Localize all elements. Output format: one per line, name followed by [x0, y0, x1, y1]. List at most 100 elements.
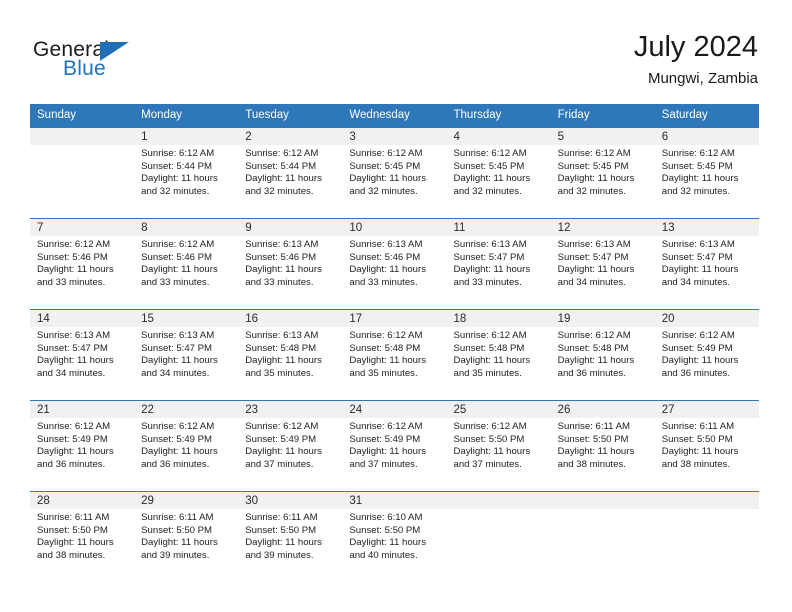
day-details: Sunrise: 6:12 AM Sunset: 5:44 PM Dayligh… — [141, 148, 238, 198]
daylight-text-line1: Daylight: 11 hours — [141, 264, 218, 276]
daylight-text-line1: Daylight: 11 hours — [141, 446, 218, 458]
day-cell[interactable]: 18 Sunrise: 6:12 AM Sunset: 5:48 PM Dayl… — [447, 310, 551, 400]
day-details: Sunrise: 6:11 AM Sunset: 5:50 PM Dayligh… — [37, 512, 134, 562]
day-details: Sunrise: 6:12 AM Sunset: 5:45 PM Dayligh… — [558, 148, 655, 198]
daylight-text-line2: and 37 minutes. — [245, 458, 314, 470]
daylight-text-line2: and 37 minutes. — [453, 458, 522, 470]
day-cell[interactable]: 11 Sunrise: 6:13 AM Sunset: 5:47 PM Dayl… — [447, 219, 551, 309]
day-cell[interactable]: 16 Sunrise: 6:13 AM Sunset: 5:48 PM Dayl… — [238, 310, 342, 400]
daylight-text-line1: Daylight: 11 hours — [661, 355, 739, 367]
day-cell[interactable]: 30 Sunrise: 6:11 AM Sunset: 5:50 PM Dayl… — [238, 492, 342, 587]
daylight-text-line2: and 38 minutes. — [661, 458, 731, 470]
day-cell[interactable]: 5 Sunrise: 6:12 AM Sunset: 5:45 PM Dayli… — [551, 128, 655, 218]
sunset-text: Sunset: 5:47 PM — [141, 342, 213, 354]
day-details: Sunrise: 6:12 AM Sunset: 5:49 PM Dayligh… — [141, 421, 238, 471]
day-cell[interactable]: 29 Sunrise: 6:11 AM Sunset: 5:50 PM Dayl… — [134, 492, 238, 587]
sunset-text: Sunset: 5:48 PM — [557, 342, 629, 354]
day-number: 15 — [141, 313, 154, 325]
day-details: Sunrise: 6:13 AM Sunset: 5:47 PM Dayligh… — [37, 330, 134, 380]
day-cell[interactable]: 3 Sunrise: 6:12 AM Sunset: 5:45 PM Dayli… — [342, 128, 446, 218]
day-cell[interactable]: 17 Sunrise: 6:12 AM Sunset: 5:48 PM Dayl… — [342, 310, 446, 400]
calendar-page: General Blue July 2024 Mungwi, Zambia Su… — [0, 0, 792, 612]
title-block: July 2024 Mungwi, Zambia — [634, 30, 758, 89]
day-cell[interactable]: 22 Sunrise: 6:12 AM Sunset: 5:49 PM Dayl… — [134, 401, 238, 491]
sunset-text: Sunset: 5:44 PM — [245, 160, 317, 172]
daylight-text-line1: Daylight: 11 hours — [141, 537, 218, 549]
day-cell[interactable]: 13 Sunrise: 6:13 AM Sunset: 5:47 PM Dayl… — [655, 219, 759, 309]
daylight-text-line2: and 36 minutes. — [37, 458, 106, 470]
sunset-text: Sunset: 5:50 PM — [37, 524, 108, 536]
day-details: Sunrise: 6:13 AM Sunset: 5:47 PM Dayligh… — [558, 239, 655, 289]
day-details: Sunrise: 6:11 AM Sunset: 5:50 PM Dayligh… — [245, 512, 342, 562]
calendar-week-row: 7 Sunrise: 6:12 AM Sunset: 5:46 PM Dayli… — [30, 218, 759, 309]
day-cell[interactable]: 2 Sunrise: 6:12 AM Sunset: 5:44 PM Dayli… — [238, 128, 342, 218]
day-cell[interactable] — [551, 492, 655, 587]
sunrise-text: Sunrise: 6:12 AM — [37, 421, 111, 432]
day-cell[interactable]: 23 Sunrise: 6:12 AM Sunset: 5:49 PM Dayl… — [238, 401, 342, 491]
day-cell[interactable]: 12 Sunrise: 6:13 AM Sunset: 5:47 PM Dayl… — [551, 219, 655, 309]
day-cell[interactable]: 27 Sunrise: 6:11 AM Sunset: 5:50 PM Dayl… — [655, 401, 759, 491]
day-cell[interactable]: 15 Sunrise: 6:13 AM Sunset: 5:47 PM Dayl… — [134, 310, 238, 400]
sunrise-text: Sunrise: 6:11 AM — [557, 421, 630, 432]
day-cell[interactable] — [655, 492, 759, 587]
daylight-text-line2: and 32 minutes. — [349, 185, 418, 197]
day-cell[interactable]: 10 Sunrise: 6:13 AM Sunset: 5:46 PM Dayl… — [342, 219, 446, 309]
day-cell[interactable]: 28 Sunrise: 6:11 AM Sunset: 5:50 PM Dayl… — [30, 492, 134, 587]
sunset-text: Sunset: 5:44 PM — [141, 160, 213, 172]
day-cell[interactable]: 9 Sunrise: 6:13 AM Sunset: 5:46 PM Dayli… — [238, 219, 342, 309]
daylight-text-line1: Daylight: 11 hours — [37, 537, 114, 549]
weekday-header-saturday: Saturday — [661, 109, 708, 121]
sunset-text: Sunset: 5:50 PM — [141, 524, 213, 536]
daylight-text-line2: and 40 minutes. — [349, 549, 418, 561]
sunset-text: Sunset: 5:47 PM — [453, 251, 525, 263]
day-number — [37, 129, 134, 145]
daylight-text-line1: Daylight: 11 hours — [349, 355, 426, 367]
day-cell[interactable]: 8 Sunrise: 6:12 AM Sunset: 5:46 PM Dayli… — [134, 219, 238, 309]
daylight-text-line1: Daylight: 11 hours — [661, 264, 739, 276]
sunset-text: Sunset: 5:45 PM — [557, 160, 629, 172]
calendar-week-row: 14 Sunrise: 6:13 AM Sunset: 5:47 PM Dayl… — [30, 309, 759, 400]
sunrise-text: Sunrise: 6:13 AM — [557, 239, 631, 250]
day-cell[interactable]: 26 Sunrise: 6:11 AM Sunset: 5:50 PM Dayl… — [551, 401, 655, 491]
day-cell[interactable] — [447, 492, 551, 587]
brand-logo[interactable]: General Blue — [33, 38, 223, 88]
daylight-text-line1: Daylight: 11 hours — [349, 264, 426, 276]
day-number: 2 — [245, 131, 252, 143]
day-cell[interactable]: 19 Sunrise: 6:12 AM Sunset: 5:48 PM Dayl… — [551, 310, 655, 400]
daylight-text-line1: Daylight: 11 hours — [245, 537, 322, 549]
day-cell[interactable]: 6 Sunrise: 6:12 AM Sunset: 5:45 PM Dayli… — [655, 128, 759, 218]
day-cell[interactable]: 1 Sunrise: 6:12 AM Sunset: 5:44 PM Dayli… — [134, 128, 238, 218]
sunrise-text: Sunrise: 6:13 AM — [245, 330, 319, 341]
day-cell[interactable]: 24 Sunrise: 6:12 AM Sunset: 5:49 PM Dayl… — [342, 401, 446, 491]
day-number: 16 — [245, 313, 259, 325]
day-cell[interactable]: 31 Sunrise: 6:10 AM Sunset: 5:50 PM Dayl… — [342, 492, 446, 587]
weekday-header-thursday: Thursday — [453, 109, 502, 121]
day-number: 3 — [349, 131, 356, 143]
daylight-text-line1: Daylight: 11 hours — [245, 264, 322, 276]
day-number: 25 — [453, 404, 467, 416]
day-cell[interactable]: 25 Sunrise: 6:12 AM Sunset: 5:50 PM Dayl… — [447, 401, 551, 491]
daylight-text-line1: Daylight: 11 hours — [349, 537, 426, 549]
day-number: 8 — [141, 222, 148, 234]
daylight-text-line2: and 37 minutes. — [349, 458, 418, 470]
sunrise-text: Sunrise: 6:11 AM — [661, 421, 735, 432]
weekday-header-monday: Monday — [141, 109, 183, 121]
calendar-grid: Sunday Monday Tuesday Wednesday Thursday… — [30, 104, 759, 587]
day-cell[interactable] — [30, 128, 134, 218]
daylight-text-line2: and 34 minutes. — [661, 276, 731, 288]
day-details: Sunrise: 6:12 AM Sunset: 5:46 PM Dayligh… — [141, 239, 238, 289]
day-cell[interactable]: 14 Sunrise: 6:13 AM Sunset: 5:47 PM Dayl… — [30, 310, 134, 400]
day-number: 29 — [141, 495, 154, 507]
day-number: 10 — [349, 222, 363, 234]
daylight-text-line2: and 36 minutes. — [557, 367, 626, 379]
day-cell[interactable]: 21 Sunrise: 6:12 AM Sunset: 5:49 PM Dayl… — [30, 401, 134, 491]
calendar-week-row: 1 Sunrise: 6:12 AM Sunset: 5:44 PM Dayli… — [30, 127, 759, 218]
day-cell[interactable]: 20 Sunrise: 6:12 AM Sunset: 5:49 PM Dayl… — [655, 310, 759, 400]
day-details: Sunrise: 6:13 AM Sunset: 5:47 PM Dayligh… — [662, 239, 759, 289]
sunset-text: Sunset: 5:48 PM — [453, 342, 525, 354]
day-number: 23 — [245, 404, 259, 416]
day-cell[interactable]: 7 Sunrise: 6:12 AM Sunset: 5:46 PM Dayli… — [30, 219, 134, 309]
day-details: Sunrise: 6:13 AM Sunset: 5:46 PM Dayligh… — [349, 239, 446, 289]
day-cell[interactable]: 4 Sunrise: 6:12 AM Sunset: 5:45 PM Dayli… — [447, 128, 551, 218]
daylight-text-line1: Daylight: 11 hours — [141, 173, 218, 185]
